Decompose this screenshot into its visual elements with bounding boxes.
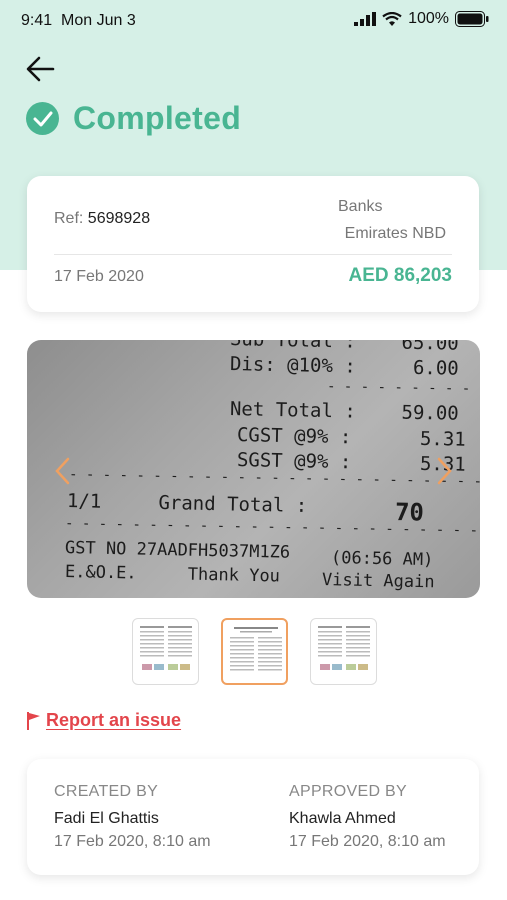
created-by-section: CREATED BY Fadi El Ghattis 17 Feb 2020, … — [54, 783, 211, 851]
transaction-amount: AED 86,203 — [348, 265, 452, 286]
transaction-summary-card: Ref: 5698928 Banks Emirates NBD 17 Feb 2… — [27, 176, 479, 312]
receipt-line: Visit Again — [321, 570, 435, 593]
status-time: 9:41 — [21, 12, 53, 29]
receipt-line: 1/1 Grand Total : — [66, 490, 308, 518]
status-date: Mon Jun 3 — [61, 12, 136, 29]
previous-image-button[interactable] — [51, 456, 75, 486]
approved-by-name: Khawla Ahmed — [289, 810, 396, 827]
receipt-dashes: - - - - - - - - - - - — [326, 378, 480, 397]
signal-icon — [354, 12, 377, 26]
divider — [54, 254, 452, 255]
next-image-button[interactable] — [432, 456, 456, 486]
receipt-line: Dis: @10% : 6.00 — [229, 353, 459, 380]
check-circle-icon — [26, 102, 59, 135]
bank-name: Emirates NBD — [344, 225, 446, 242]
receipt-line: CGST @9% : 5.31 — [236, 424, 466, 451]
approval-card: CREATED BY Fadi El Ghattis 17 Feb 2020, … — [27, 759, 479, 875]
report-issue-label: Report an issue — [46, 710, 182, 730]
approved-by-section: APPROVED BY Khawla Ahmed 17 Feb 2020, 8:… — [289, 783, 446, 851]
receipt-line: E.&O.E. Thank You — [64, 562, 281, 587]
document-thumbnail-icon — [318, 626, 370, 670]
receipt-line: (06:56 AM) — [330, 548, 434, 571]
back-button[interactable] — [24, 52, 58, 86]
transaction-date: 17 Feb 2020 — [54, 268, 144, 285]
battery-icon — [455, 11, 489, 27]
document-thumbnail-icon — [230, 627, 282, 671]
document-thumbnail-icon — [140, 626, 192, 670]
receipt-image-viewer[interactable]: Sub Total : 65.00 Dis: @10% : 6.00 - - -… — [27, 340, 480, 598]
arrow-left-icon — [26, 56, 55, 82]
wifi-icon — [382, 11, 402, 26]
status-bar: 9:41 Mon Jun 3 100% — [0, 0, 507, 44]
battery-percent: 100% — [408, 10, 449, 27]
receipt-line: Net Total : 59.00 — [229, 398, 459, 425]
receipt-line: GST NO 27AADFH5037M1Z6 — [64, 538, 291, 563]
created-by-time: 17 Feb 2020, 8:10 am — [54, 833, 211, 850]
status-title-row: Completed — [26, 100, 241, 137]
chevron-right-icon — [437, 457, 452, 485]
reference-label: Ref: — [54, 210, 84, 227]
report-issue-link[interactable]: Report an issue — [26, 710, 181, 731]
status-indicators: 100% — [354, 10, 489, 28]
flag-icon — [27, 711, 40, 730]
receipt-thumbnails — [132, 618, 377, 685]
approved-by-time: 17 Feb 2020, 8:10 am — [289, 833, 446, 850]
reference-value: 5698928 — [87, 210, 151, 227]
receipt-line: Sub Total : 65.00 — [229, 340, 459, 355]
thumbnail-1[interactable] — [132, 618, 199, 685]
thumbnail-2-selected[interactable] — [221, 618, 288, 685]
thumbnail-3[interactable] — [310, 618, 377, 685]
approved-by-heading: APPROVED BY — [289, 783, 408, 800]
page-title: Completed — [73, 100, 242, 136]
bank-category: Banks — [338, 198, 383, 215]
chevron-left-icon — [55, 457, 70, 485]
created-by-heading: CREATED BY — [54, 783, 159, 800]
receipt-image: Sub Total : 65.00 Dis: @10% : 6.00 - - -… — [27, 340, 480, 598]
status-time-date: 9:41 Mon Jun 3 — [21, 12, 136, 30]
reference: Ref: 5698928 — [54, 210, 150, 228]
created-by-name: Fadi El Ghattis — [54, 810, 159, 827]
